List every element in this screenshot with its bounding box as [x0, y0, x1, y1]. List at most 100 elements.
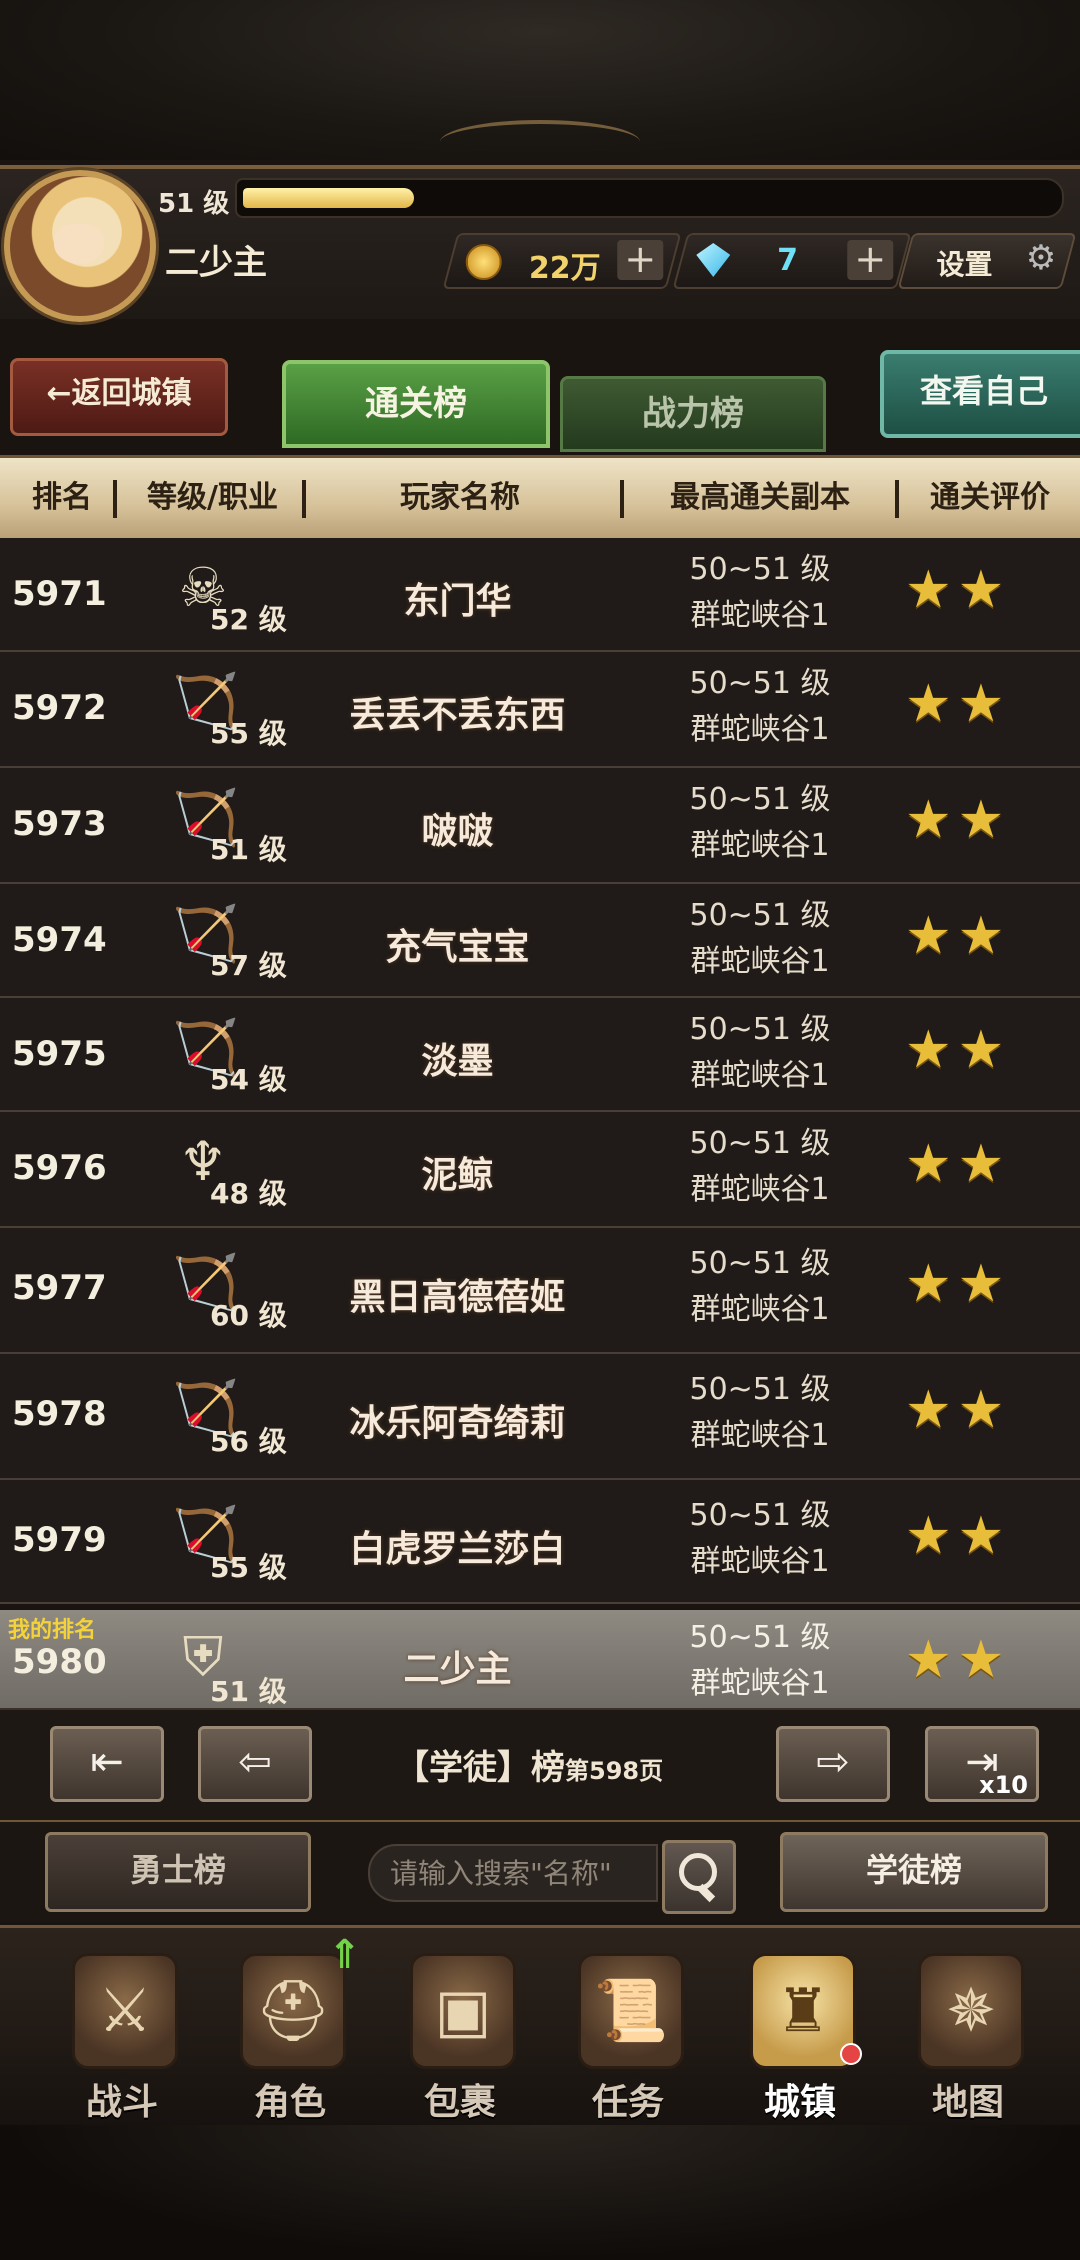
ranking-row[interactable]: 5971 ☠ 52 级 东门华 50~51 级 群蛇峡谷1 ★★ [0, 538, 1080, 652]
dungeon-name: 群蛇峡谷1 [690, 712, 830, 747]
nav-label: 战斗 [85, 2082, 158, 2123]
dungeon-level-range: 50~51 级 [689, 898, 831, 933]
crossed-swords-icon: ⚔ [72, 1953, 178, 2069]
player-name: 充气宝宝 [385, 927, 530, 968]
player-name: 丢丢不丢东西 [349, 695, 566, 736]
ranking-row[interactable]: 5979 🏹 55 级 白虎罗兰莎白 50~51 级 群蛇峡谷1 ★★ [0, 1480, 1080, 1604]
gem-value: 7 [777, 243, 799, 278]
dungeon-name: 群蛇峡谷1 [690, 1418, 830, 1453]
view-self-button[interactable]: 查看自己 [880, 350, 1080, 438]
dungeon-level-range: 50~51 级 [689, 1620, 831, 1655]
prev-page-button[interactable]: ⇦ [198, 1726, 312, 1802]
column-divider [302, 480, 306, 518]
star-rating: ★★ [905, 1134, 1011, 1194]
search-bar: 勇士榜 学徒榜 [0, 1822, 1080, 1922]
diamond-icon [696, 243, 730, 277]
add-gold-button[interactable]: + [617, 237, 664, 281]
dungeon-name: 群蛇峡谷1 [690, 598, 830, 633]
page-number: 第598页 [565, 1757, 664, 1785]
arrow-left-icon: ⇦ [238, 1739, 272, 1785]
gold-counter: 22万 + [442, 233, 682, 289]
gem-counter: 7 + [672, 233, 912, 289]
rank-number: 5979 [12, 1520, 107, 1560]
player-level: 51 级 [210, 1675, 287, 1708]
upgrade-arrow-icon: ⇑ [328, 1932, 362, 1978]
nav-label: 地图 [931, 2082, 1004, 2123]
column-rating: 通关评价 [930, 480, 1050, 515]
player-level: 51 级 [158, 189, 230, 219]
dungeon-name: 群蛇峡谷1 [690, 1292, 830, 1327]
board-name: 【学徒】榜 [395, 1748, 565, 1788]
nav-label: 包裹 [423, 2082, 496, 2123]
nav-character[interactable]: ⛑ ⇑ 角色 [210, 1935, 370, 2123]
player-name: 二少主 [165, 243, 267, 283]
pager: ⇤ ⇦ 【学徒】榜第598页 ⇨ ⇥ x10 [0, 1708, 1080, 1824]
ranking-table-header: 排名 等级/职业 玩家名称 最高通关副本 通关评价 [0, 455, 1080, 541]
dungeon-level-range: 50~51 级 [689, 666, 831, 701]
ranking-row[interactable]: 5975 🏹 54 级 淡墨 50~51 级 群蛇峡谷1 ★★ [0, 998, 1080, 1112]
settings-button[interactable]: 设置 ⚙ [897, 233, 1077, 289]
tab-power-ranking[interactable]: 战力榜 [560, 376, 826, 452]
ranking-row[interactable]: 5977 🏹 60 级 黑日高德蓓姬 50~51 级 群蛇峡谷1 ★★ [0, 1228, 1080, 1354]
add-gem-button[interactable]: + [847, 237, 894, 281]
dungeon-level-range: 50~51 级 [689, 782, 831, 817]
column-level-class: 等级/职业 [147, 480, 278, 515]
next-page-button[interactable]: ⇨ [776, 1726, 890, 1802]
dungeon-name: 群蛇峡谷1 [690, 1666, 830, 1701]
gold-value: 22万 [528, 251, 601, 286]
avatar[interactable] [4, 170, 156, 322]
player-name: 东门华 [403, 581, 512, 622]
search-button[interactable] [662, 1840, 736, 1914]
player-name: 冰乐阿奇绮莉 [349, 1403, 566, 1444]
x10-label: x10 [979, 1771, 1028, 1799]
my-ranking-row[interactable]: 我的排名 5980 ⛨ 51 级 二少主 50~51 级 群蛇峡谷1 ★★ [0, 1610, 1080, 1718]
player-name: 啵啵 [421, 811, 494, 852]
star-rating: ★★ [905, 1020, 1011, 1080]
star-rating: ★★ [905, 1630, 1011, 1690]
nav-quests[interactable]: 📜 任务 [548, 1943, 708, 2123]
player-name: 二少主 [403, 1649, 512, 1690]
nav-battle[interactable]: ⚔ 战斗 [42, 1943, 202, 2123]
player-level: 57 级 [210, 949, 287, 982]
star-rating: ★★ [905, 790, 1011, 850]
player-level: 55 级 [210, 717, 287, 750]
dungeon-name: 群蛇峡谷1 [690, 944, 830, 979]
nav-inventory[interactable]: ▣ 包裹 [380, 1943, 540, 2123]
ranking-row[interactable]: 5976 ♆ 48 级 泥鲸 50~51 级 群蛇峡谷1 ★★ [0, 1112, 1080, 1228]
warrior-board-button[interactable]: 勇士榜 [45, 1832, 311, 1912]
ranking-row[interactable]: 5973 🏹 51 级 啵啵 50~51 级 群蛇峡谷1 ★★ [0, 768, 1080, 884]
dungeon-name: 群蛇峡谷1 [690, 1544, 830, 1579]
notification-dot [840, 2043, 862, 2065]
back-to-town-button[interactable]: ←返回城镇 [10, 358, 228, 436]
ranking-row[interactable]: 5974 🏹 57 级 充气宝宝 50~51 级 群蛇峡谷1 ★★ [0, 884, 1080, 998]
search-input[interactable] [368, 1844, 658, 1902]
dungeon-level-range: 50~51 级 [689, 1126, 831, 1161]
coin-icon [465, 244, 502, 280]
ranking-list: 5971 ☠ 52 级 东门华 50~51 级 群蛇峡谷1 ★★ 5972 🏹 … [0, 538, 1080, 1718]
nav-town[interactable]: ♜ 城镇 [720, 1943, 880, 2123]
xp-bar [235, 178, 1064, 218]
gear-icon: ⚙ [1025, 238, 1057, 278]
column-divider [113, 480, 117, 518]
map-icon: ✵ [918, 1953, 1024, 2069]
first-page-button[interactable]: ⇤ [50, 1726, 164, 1802]
star-rating: ★★ [905, 1254, 1011, 1314]
player-level: 48 级 [210, 1177, 287, 1210]
player-name: 淡墨 [421, 1041, 494, 1082]
dungeon-level-range: 50~51 级 [689, 552, 831, 587]
rank-number: 5976 [12, 1148, 107, 1188]
ranking-row[interactable]: 5978 🏹 56 级 冰乐阿奇绮莉 50~51 级 群蛇峡谷1 ★★ [0, 1354, 1080, 1480]
apprentice-board-button[interactable]: 学徒榜 [780, 1832, 1048, 1912]
column-rank: 排名 [32, 480, 92, 515]
tab-clear-ranking[interactable]: 通关榜 [282, 360, 550, 448]
skip-10-pages-button[interactable]: ⇥ x10 [925, 1726, 1039, 1802]
rank-number: 5973 [12, 804, 107, 844]
star-rating: ★★ [905, 674, 1011, 734]
player-level: 60 级 [210, 1299, 287, 1332]
rank-number: 5978 [12, 1394, 107, 1434]
ranking-row[interactable]: 5972 🏹 55 级 丢丢不丢东西 50~51 级 群蛇峡谷1 ★★ [0, 652, 1080, 768]
column-player-name: 玩家名称 [400, 480, 520, 515]
nav-map[interactable]: ✵ 地图 [888, 1943, 1048, 2123]
star-rating: ★★ [905, 560, 1011, 620]
star-rating: ★★ [905, 1380, 1011, 1440]
